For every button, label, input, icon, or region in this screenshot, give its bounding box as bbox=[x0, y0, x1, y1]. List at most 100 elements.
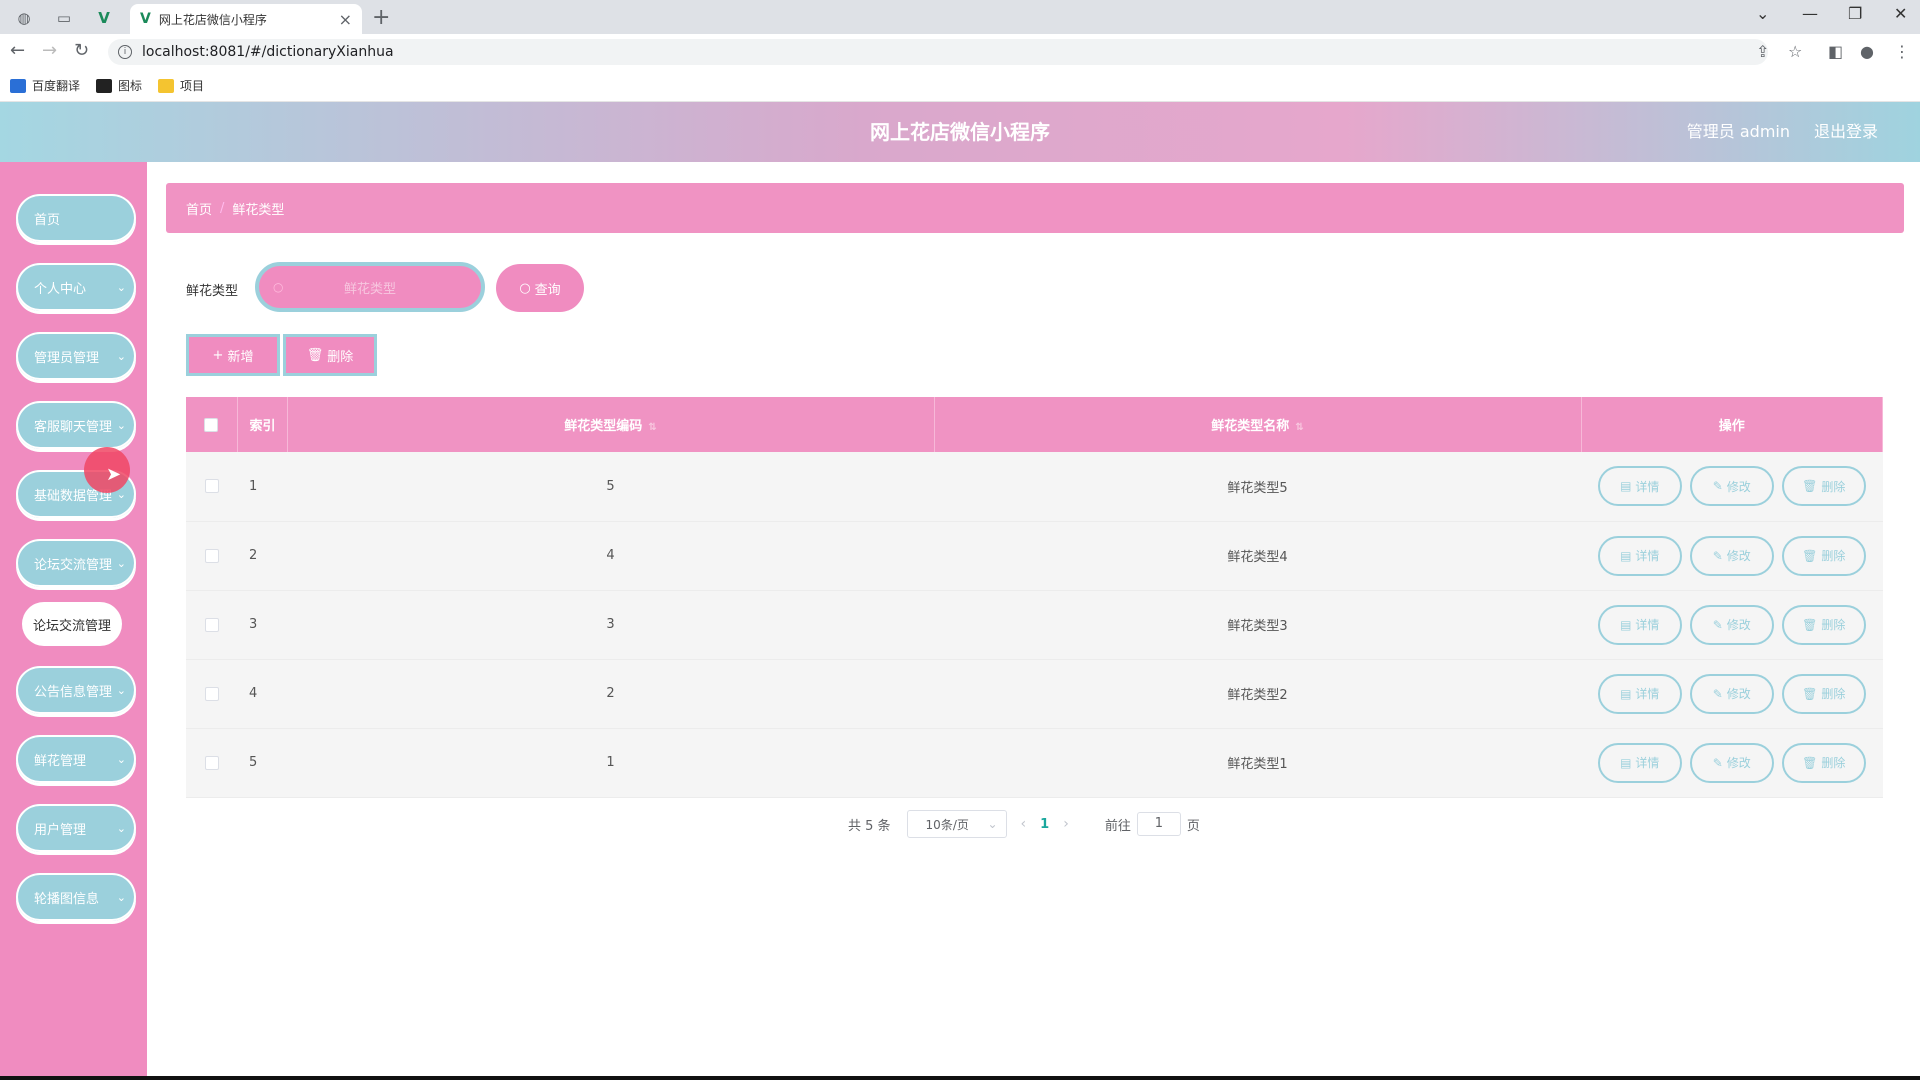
sidebar-subitem-forum[interactable]: 论坛交流管理 bbox=[22, 602, 122, 646]
header-ops: 操作 bbox=[1581, 397, 1883, 452]
chevron-down-icon: ⌄ bbox=[116, 821, 126, 835]
header-code[interactable]: 鲜花类型编码 ⇅ bbox=[287, 397, 935, 452]
sidebar: 首页 个人中心 ⌄ 管理员管理 ⌄ 客服聊天管理 ⌄ 基础数据管理 ⌄ 论坛交流… bbox=[0, 162, 147, 1080]
sidebar-item-service-chat[interactable]: 客服聊天管理 ⌄ bbox=[16, 401, 136, 449]
detail-button[interactable]: ▤ 详情 bbox=[1597, 535, 1682, 576]
sidebar-item-users[interactable]: 用户管理 ⌄ bbox=[16, 804, 136, 852]
bookmark-baidu-translate[interactable]: 百度翻译 bbox=[10, 77, 80, 94]
query-button[interactable]: ○ 查询 bbox=[496, 264, 584, 312]
edit-label: 修改 bbox=[1726, 756, 1751, 770]
delete-label: 删除 bbox=[1821, 549, 1846, 563]
edit-label: 修改 bbox=[1726, 479, 1751, 494]
bookmark-label: 图标 bbox=[118, 79, 143, 93]
url-field[interactable]: i localhost:8081/#/dictionaryXianhua bbox=[108, 39, 1768, 65]
select-all-checkbox[interactable] bbox=[204, 417, 219, 432]
sidebar-item-personal-center[interactable]: 个人中心 ⌄ bbox=[16, 263, 136, 311]
search-label: 鲜花类型 bbox=[186, 284, 239, 299]
pencil-icon: ✎ bbox=[1712, 686, 1723, 701]
delete-label: 删除 bbox=[1821, 479, 1846, 494]
delete-button[interactable]: 🗑 删除 bbox=[1781, 535, 1866, 576]
edit-button[interactable]: ✎ 修改 bbox=[1689, 535, 1774, 576]
detail-button[interactable]: ▤ 详情 bbox=[1597, 466, 1682, 507]
side-panel-icon[interactable]: ◧ bbox=[1828, 42, 1843, 61]
sidebar-item-home[interactable]: 首页 bbox=[16, 194, 136, 242]
sort-icon[interactable]: ⇅ bbox=[648, 422, 656, 433]
flower-type-table: 索引 鲜花类型编码 ⇅ 鲜花类型名称 ⇅ 操作 1 5 鲜花类型5 ▤ 详情 ✎ 修改 🗑 删… bbox=[186, 397, 1883, 798]
sidebar-item-carousel[interactable]: 轮播图信息 ⌄ bbox=[16, 873, 136, 921]
bookmark-project-folder[interactable]: 项目 bbox=[158, 77, 204, 94]
trash-icon: 🗑 bbox=[1802, 548, 1818, 563]
site-info-icon[interactable]: i bbox=[118, 45, 132, 59]
detail-label: 详情 bbox=[1635, 756, 1660, 770]
delete-button[interactable]: 🗑 删除 bbox=[1781, 466, 1866, 507]
next-page-icon[interactable]: › bbox=[1063, 816, 1069, 832]
table-row: 2 4 鲜花类型4 ▤ 详情 ✎ 修改 🗑 删除 bbox=[186, 521, 1883, 591]
page-size-select[interactable]: 10条/页 ⌄ bbox=[906, 810, 1007, 838]
delete-button[interactable]: 🗑 删除 bbox=[1781, 604, 1866, 645]
sort-icon[interactable]: ⇅ bbox=[1295, 422, 1303, 433]
bookmark-star-icon[interactable]: ☆ bbox=[1788, 42, 1802, 61]
image-icon bbox=[96, 78, 113, 93]
row-checkbox[interactable] bbox=[204, 686, 219, 701]
detail-button[interactable]: ▤ 详情 bbox=[1597, 742, 1682, 783]
search-input[interactable]: ○ 鲜花类型 bbox=[255, 262, 485, 312]
restore-icon[interactable]: ❐ bbox=[1848, 4, 1862, 23]
row-checkbox[interactable] bbox=[204, 548, 219, 563]
sidebar-item-admin-management[interactable]: 管理员管理 ⌄ bbox=[16, 332, 136, 380]
add-button[interactable]: + 新增 bbox=[186, 334, 280, 376]
breadcrumb-home[interactable]: 首页 bbox=[186, 199, 212, 218]
sidebar-item-label: 论坛交流管理 bbox=[34, 557, 113, 573]
pencil-icon: ✎ bbox=[1712, 617, 1723, 632]
pinned-tab-blank-icon[interactable]: ▭ bbox=[44, 5, 84, 31]
bulk-delete-button[interactable]: 🗑 删除 bbox=[283, 334, 377, 376]
sidebar-item-forum[interactable]: 论坛交流管理 ⌄ bbox=[16, 539, 136, 587]
edit-button[interactable]: ✎ 修改 bbox=[1689, 604, 1774, 645]
header-name[interactable]: 鲜花类型名称 ⇅ bbox=[934, 397, 1582, 452]
pencil-icon: ✎ bbox=[1712, 755, 1723, 770]
share-icon[interactable]: ⇪ bbox=[1756, 42, 1769, 61]
trash-icon: 🗑 bbox=[1802, 479, 1818, 494]
edit-button[interactable]: ✎ 修改 bbox=[1689, 466, 1774, 507]
edit-button[interactable]: ✎ 修改 bbox=[1689, 742, 1774, 783]
breadcrumb: 首页 / 鲜花类型 bbox=[166, 183, 1904, 233]
row-check-cell bbox=[186, 452, 237, 522]
mouse-cursor-icon: ➤ bbox=[106, 464, 122, 485]
pinned-tab-globe-icon[interactable]: ◍ bbox=[4, 5, 44, 31]
reload-icon[interactable]: ↻ bbox=[74, 40, 89, 61]
app-header: 网上花店微信小程序 管理员 admin 退出登录 bbox=[0, 102, 1920, 162]
goto-page-input[interactable]: 1 bbox=[1136, 812, 1181, 836]
forward-icon[interactable]: → bbox=[42, 40, 57, 61]
delete-button[interactable]: 🗑 删除 bbox=[1781, 673, 1866, 714]
browser-address-bar: ← → ↻ i localhost:8081/#/dictionaryXianh… bbox=[0, 34, 1920, 70]
detail-button[interactable]: ▤ 详情 bbox=[1597, 673, 1682, 714]
cell-code: 5 bbox=[287, 452, 934, 522]
delete-button[interactable]: 🗑 删除 bbox=[1781, 742, 1866, 783]
chevron-down-icon: ⌄ bbox=[116, 683, 126, 697]
chevron-down-icon: ⌄ bbox=[116, 349, 126, 363]
row-checkbox[interactable] bbox=[204, 479, 219, 494]
tab-search-chevron-icon[interactable]: ⌄ bbox=[1756, 4, 1769, 23]
close-tab-icon[interactable]: × bbox=[339, 10, 352, 29]
profile-avatar-icon[interactable]: ● bbox=[1860, 42, 1874, 61]
table-row: 4 2 鲜花类型2 ▤ 详情 ✎ 修改 🗑 删除 bbox=[186, 659, 1883, 729]
page-number-current[interactable]: 1 bbox=[1040, 817, 1049, 832]
pinned-tab-vue-icon[interactable]: V bbox=[84, 5, 124, 31]
trash-icon: 🗑 bbox=[1802, 686, 1818, 701]
browser-menu-icon[interactable]: ⋮ bbox=[1894, 42, 1910, 61]
detail-button[interactable]: ▤ 详情 bbox=[1597, 604, 1682, 645]
prev-page-icon[interactable]: ‹ bbox=[1021, 816, 1027, 832]
bookmark-icons[interactable]: 图标 bbox=[96, 77, 142, 94]
minimize-icon[interactable]: — bbox=[1802, 4, 1818, 23]
header-code-label: 鲜花类型编码 bbox=[564, 419, 643, 434]
row-checkbox[interactable] bbox=[204, 755, 219, 770]
edit-button[interactable]: ✎ 修改 bbox=[1689, 673, 1774, 714]
logout-link[interactable]: 退出登录 bbox=[1814, 102, 1878, 162]
new-tab-icon[interactable]: + bbox=[372, 5, 390, 30]
goto-suffix: 页 bbox=[1186, 818, 1200, 834]
back-icon[interactable]: ← bbox=[10, 40, 25, 61]
close-window-icon[interactable]: ✕ bbox=[1894, 4, 1907, 23]
sidebar-item-announcements[interactable]: 公告信息管理 ⌄ bbox=[16, 666, 136, 714]
sidebar-item-flowers[interactable]: 鲜花管理 ⌄ bbox=[16, 735, 136, 783]
row-checkbox[interactable] bbox=[204, 617, 219, 632]
browser-tab-active[interactable]: V 网上花店微信小程序 × bbox=[130, 4, 362, 34]
